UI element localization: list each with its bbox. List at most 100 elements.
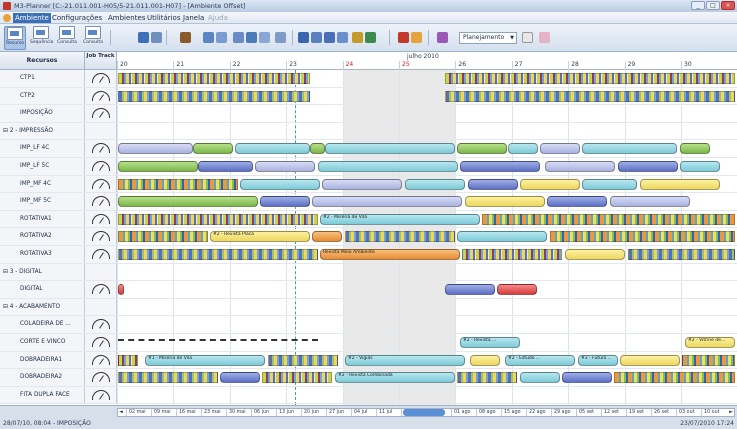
resource-row[interactable]: IMP_LF 4C	[0, 140, 737, 158]
task-bar[interactable]	[547, 196, 607, 208]
move-icon[interactable]	[337, 32, 348, 43]
task-bar[interactable]	[465, 196, 545, 208]
settings-icon[interactable]	[437, 32, 448, 43]
print-icon[interactable]	[275, 32, 286, 43]
task-bar[interactable]	[562, 372, 612, 384]
task-bar[interactable]: #2 - Miséria de Vila	[320, 213, 480, 225]
task-bar[interactable]	[682, 354, 735, 366]
resource-row[interactable]: ⊟ 4 - ACABAMENTO	[0, 298, 737, 317]
task-bar[interactable]: #3 - Futuro ...	[578, 354, 618, 366]
menu-utilitarios[interactable]: Utilitários	[147, 14, 181, 22]
timeline-navigator[interactable]: ◄ 02 mai 09 mai 16 mai 23 mai 30 mai 06 jun 13…	[117, 408, 735, 417]
task-bar[interactable]	[118, 73, 310, 84]
task-bar[interactable]	[325, 143, 455, 155]
menu-configuracoes[interactable]: Configurações	[52, 14, 102, 22]
task-bar[interactable]	[618, 161, 678, 172]
task-bar[interactable]: #2 - Revista Placa	[210, 231, 310, 243]
task-bar[interactable]	[260, 196, 310, 208]
timeline-thumb[interactable]	[403, 409, 445, 416]
task-bar[interactable]: #2 - Vigias	[345, 354, 465, 366]
resource-row[interactable]: ROTATIVA3 Revista Meio Ambiente	[0, 246, 737, 264]
task-bar[interactable]	[565, 249, 625, 260]
filter-icon[interactable]	[311, 32, 322, 43]
task-bar[interactable]	[460, 161, 540, 172]
task-bar[interactable]	[520, 178, 580, 190]
close-button[interactable]: ×	[721, 1, 735, 10]
task-bar[interactable]	[445, 90, 735, 102]
resource-row[interactable]: ⊟ 3 - DIGITAL	[0, 263, 737, 282]
resource-row[interactable]: FITA DUPLA FACE	[0, 386, 737, 405]
task-bar[interactable]	[470, 354, 500, 366]
task-bar[interactable]	[482, 213, 735, 225]
link-icon[interactable]	[324, 32, 335, 43]
task-bar[interactable]	[322, 178, 402, 190]
save-icon[interactable]	[138, 32, 149, 43]
task-bar[interactable]	[118, 90, 310, 102]
task-bar[interactable]: #2 - Revista Combinada	[335, 372, 455, 384]
chart-icon[interactable]	[352, 32, 363, 43]
sequence-view-button[interactable]: Sequência	[30, 26, 53, 50]
grid-icon[interactable]	[233, 32, 244, 43]
resource-view-button[interactable]: Recurso	[4, 26, 26, 50]
task-bar[interactable]	[680, 143, 710, 155]
task-bar[interactable]	[118, 284, 124, 296]
list-icon[interactable]	[259, 32, 270, 43]
resource-row[interactable]: CORTE E VINCO #2 - Revista ... #2 - Vitrin…	[0, 334, 737, 352]
task-bar[interactable]	[118, 213, 318, 225]
task-bar[interactable]	[545, 161, 615, 172]
resource-row[interactable]: DIGITAL	[0, 281, 737, 299]
task-bar[interactable]: Revista Meio Ambiente	[320, 249, 460, 260]
sort-icon[interactable]	[298, 32, 309, 43]
task-bar[interactable]	[118, 196, 258, 208]
calendar-icon[interactable]	[522, 32, 533, 43]
task-bar[interactable]	[610, 196, 690, 208]
task-bar[interactable]	[235, 143, 310, 155]
task-bar[interactable]	[312, 196, 462, 208]
view-mode-select[interactable]: Planejamento ▼	[459, 32, 517, 44]
timeline-prev-icon[interactable]: ◄	[119, 409, 123, 416]
task-bar[interactable]	[268, 354, 338, 366]
resource-row[interactable]: IMP_MF 5C	[0, 193, 737, 211]
query2-view-button[interactable]: Consulta	[82, 26, 104, 50]
task-bar[interactable]	[240, 178, 320, 190]
task-bar[interactable]	[262, 372, 332, 384]
task-bar[interactable]	[118, 249, 318, 260]
timeline-next-icon[interactable]: ►	[729, 409, 733, 416]
task-bar[interactable]	[614, 372, 735, 384]
task-bar[interactable]	[468, 178, 518, 190]
task-bar[interactable]	[193, 143, 233, 155]
resource-row[interactable]: IMPOSIÇÃO	[0, 105, 737, 123]
task-bar[interactable]	[118, 178, 238, 190]
task-bar[interactable]	[628, 249, 735, 260]
menu-ajuda[interactable]: Ajuda	[208, 14, 228, 22]
task-bar[interactable]	[118, 231, 208, 243]
task-bar[interactable]	[310, 143, 325, 155]
task-bar[interactable]	[445, 73, 735, 84]
task-bar[interactable]	[220, 372, 260, 384]
refresh-icon[interactable]	[151, 32, 162, 43]
task-bar[interactable]	[582, 143, 677, 155]
minimize-button[interactable]: _	[691, 1, 705, 10]
task-bar[interactable]	[445, 284, 495, 296]
task-bar[interactable]	[582, 178, 637, 190]
resource-row[interactable]: CTP2	[0, 87, 737, 106]
task-bar[interactable]	[312, 231, 342, 243]
task-bar[interactable]	[457, 143, 507, 155]
help-icon[interactable]	[539, 32, 550, 43]
resource-row[interactable]: CTP1	[0, 70, 737, 88]
task-bar[interactable]	[345, 231, 455, 243]
back-icon[interactable]	[216, 32, 227, 43]
task-bar[interactable]	[118, 161, 198, 172]
task-bar[interactable]	[198, 161, 253, 172]
alert-icon[interactable]	[398, 32, 409, 43]
task-bar[interactable]	[405, 178, 465, 190]
task-bar[interactable]	[508, 143, 538, 155]
resource-row[interactable]: ROTATIVA2 #2 - Revista Placa	[0, 228, 737, 246]
resource-row[interactable]: IMP_LF 5C	[0, 158, 737, 176]
resource-row[interactable]: DOBRADEIRA2 #2 - Revista Combinada	[0, 369, 737, 387]
task-bar[interactable]: #2 - Estudo ...	[505, 354, 575, 366]
table-icon[interactable]	[246, 32, 257, 43]
task-bar[interactable]: #2 - Revista ...	[460, 337, 520, 348]
menu-janela[interactable]: Janela	[183, 14, 204, 22]
warning-icon[interactable]	[411, 32, 422, 43]
